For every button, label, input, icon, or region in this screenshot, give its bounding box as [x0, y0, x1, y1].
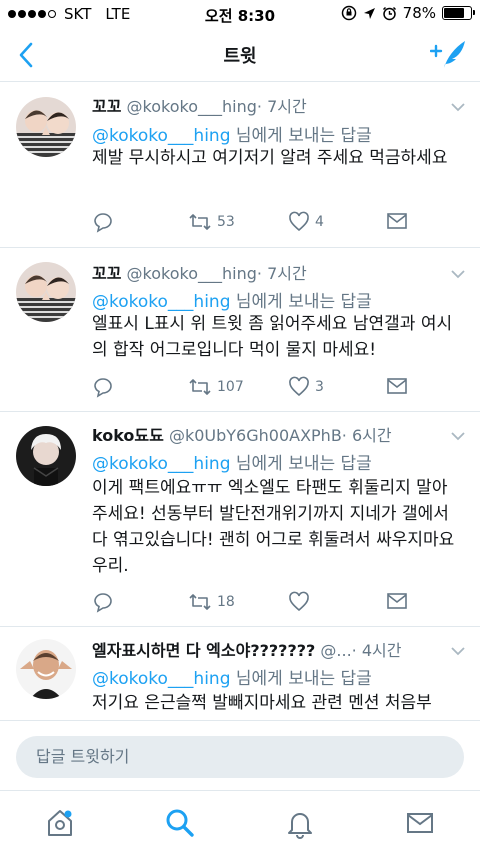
- display-name[interactable]: 꼬꼬: [92, 97, 121, 116]
- tweet-header: 엘자표시하면 다 엑소야??????? @...· 4시간: [92, 637, 440, 661]
- share-button[interactable]: [386, 376, 408, 396]
- retweet-button[interactable]: 53: [188, 211, 235, 233]
- retweet-icon: [189, 594, 211, 610]
- user-handle[interactable]: @kokoko___hing: [127, 264, 257, 283]
- like-count: 3: [315, 379, 324, 395]
- heart-icon: [289, 211, 309, 232]
- share-button[interactable]: [386, 211, 408, 231]
- location-icon: [363, 7, 375, 19]
- messages-icon[interactable]: [404, 807, 436, 839]
- reply-icon: [94, 213, 112, 233]
- compose-tweet-icon: [430, 41, 465, 68]
- replying-to: @kokoko___hing 님에게 보내는 답글: [92, 121, 372, 146]
- reply-button[interactable]: [92, 211, 119, 233]
- reply-icon: [94, 593, 112, 613]
- avatar[interactable]: [16, 426, 76, 486]
- avatar[interactable]: [16, 639, 76, 699]
- rotation-lock-icon: [341, 5, 356, 21]
- display-name[interactable]: koko됴됴: [92, 426, 164, 445]
- reply-button[interactable]: [92, 376, 119, 398]
- avatar[interactable]: [16, 97, 76, 157]
- display-name[interactable]: 엘자표시하면 다 엑소야???????: [92, 641, 315, 660]
- replying-to-handle[interactable]: @kokoko___hing: [92, 126, 230, 146]
- tweet-item[interactable]: 꼬꼬 @kokoko___hing· 7시간 @kokoko___hing 님에…: [0, 248, 480, 412]
- battery-icon: [442, 6, 475, 20]
- chevron-down-icon[interactable]: [450, 643, 466, 659]
- replies-timeline: 꼬꼬 @kokoko___hing· 7시간 @kokoko___hing 님에…: [0, 83, 480, 720]
- replying-to-label: 님에게 보내는 답글: [230, 669, 372, 689]
- tweet-item[interactable]: koko됴됴 @k0UbY6Gh00AXPhB· 6시간 @kokoko___h…: [0, 412, 480, 627]
- mail-icon: [387, 378, 407, 394]
- tweet-actions: 18: [92, 591, 412, 615]
- mail-icon: [387, 593, 407, 609]
- heart-icon: [289, 591, 309, 612]
- reply-composer: 답글 트윗하기: [0, 720, 480, 800]
- tweet-item[interactable]: 엘자표시하면 다 엑소야??????? @...· 4시간 @kokoko___…: [0, 627, 480, 720]
- like-button[interactable]: 4: [288, 211, 324, 233]
- retweet-count: 18: [217, 594, 235, 610]
- replying-to-handle[interactable]: @kokoko___hing: [92, 454, 230, 474]
- user-handle[interactable]: @kokoko___hing: [127, 97, 257, 116]
- retweet-icon: [189, 214, 211, 230]
- tweet-actions: 53 4: [92, 211, 412, 235]
- tweet-text: 엘표시 L표시 위 트윗 좀 읽어주세요 남연갤과 여시의 합작 어그로입니다 …: [92, 314, 453, 360]
- tweet-time: · 7시간: [256, 97, 307, 116]
- tweet-header: koko됴됴 @k0UbY6Gh00AXPhB· 6시간: [92, 422, 440, 446]
- tweet-time: · 7시간: [256, 264, 307, 283]
- display-name[interactable]: 꼬꼬: [92, 264, 121, 283]
- avatar[interactable]: [16, 262, 76, 322]
- retweet-count: 53: [217, 214, 235, 230]
- replying-to: @kokoko___hing 님에게 보내는 답글: [92, 287, 372, 312]
- reply-input[interactable]: 답글 트윗하기: [16, 736, 464, 778]
- replying-to: @kokoko___hing 님에게 보내는 답글: [92, 664, 372, 689]
- replying-to-label: 님에게 보내는 답글: [230, 126, 372, 146]
- tweet-text: 저기요 은근슬쩍 발빼지마세요 관련 멘션 처음부: [92, 693, 432, 713]
- compose-tweet-button[interactable]: [430, 38, 468, 72]
- battery-percent: 78%: [402, 4, 436, 22]
- chevron-down-icon[interactable]: [450, 266, 466, 282]
- like-button[interactable]: [288, 591, 315, 613]
- tweet-time: · 4시간: [351, 641, 402, 660]
- chevron-down-icon[interactable]: [450, 428, 466, 444]
- page-title: 트윗: [223, 46, 257, 67]
- navigation-bar: 트윗: [0, 28, 480, 82]
- status-bar: SKT LTE 오전 8:30 78%: [0, 0, 480, 28]
- reply-button[interactable]: [92, 591, 119, 613]
- user-handle[interactable]: @k0UbY6Gh00AXPhB: [169, 426, 342, 445]
- tweet-header: 꼬꼬 @kokoko___hing· 7시간: [92, 260, 440, 284]
- tweet-text: 제발 무시하시고 여기저기 알려 주세요 먹금하세요: [92, 148, 448, 168]
- like-button[interactable]: 3: [288, 376, 324, 398]
- retweet-button[interactable]: 18: [188, 591, 235, 613]
- status-icons: 78%: [341, 4, 475, 22]
- user-handle[interactable]: @...: [320, 641, 351, 660]
- replying-to-label: 님에게 보내는 답글: [230, 454, 372, 474]
- like-count: 4: [315, 214, 324, 230]
- chevron-down-icon[interactable]: [450, 99, 466, 115]
- search-icon[interactable]: [164, 807, 196, 839]
- replying-to-handle[interactable]: @kokoko___hing: [92, 292, 230, 312]
- tweet-item[interactable]: 꼬꼬 @kokoko___hing· 7시간 @kokoko___hing 님에…: [0, 83, 480, 248]
- reply-icon: [94, 378, 112, 398]
- replying-to-handle[interactable]: @kokoko___hing: [92, 669, 230, 689]
- share-button[interactable]: [386, 591, 408, 611]
- alarm-icon: [382, 6, 396, 20]
- retweet-count: 107: [217, 379, 244, 395]
- tweet-time: · 6시간: [341, 426, 392, 445]
- home-icon[interactable]: [44, 807, 76, 839]
- retweet-icon: [189, 379, 211, 395]
- heart-icon: [289, 376, 309, 397]
- replying-to-label: 님에게 보내는 답글: [230, 292, 372, 312]
- mail-icon: [387, 213, 407, 229]
- tab-bar: [0, 790, 480, 854]
- tweet-actions: 107 3: [92, 376, 412, 400]
- tweet-text: 이게 팩트에요ㅠㅠ 엑소엘도 타팬도 휘둘리지 말아주세요! 선동부터 발단전개…: [92, 478, 455, 576]
- tweet-header: 꼬꼬 @kokoko___hing· 7시간: [92, 93, 440, 117]
- retweet-button[interactable]: 107: [188, 376, 244, 398]
- replying-to: @kokoko___hing 님에게 보내는 답글: [92, 449, 372, 474]
- notifications-icon[interactable]: [284, 807, 316, 839]
